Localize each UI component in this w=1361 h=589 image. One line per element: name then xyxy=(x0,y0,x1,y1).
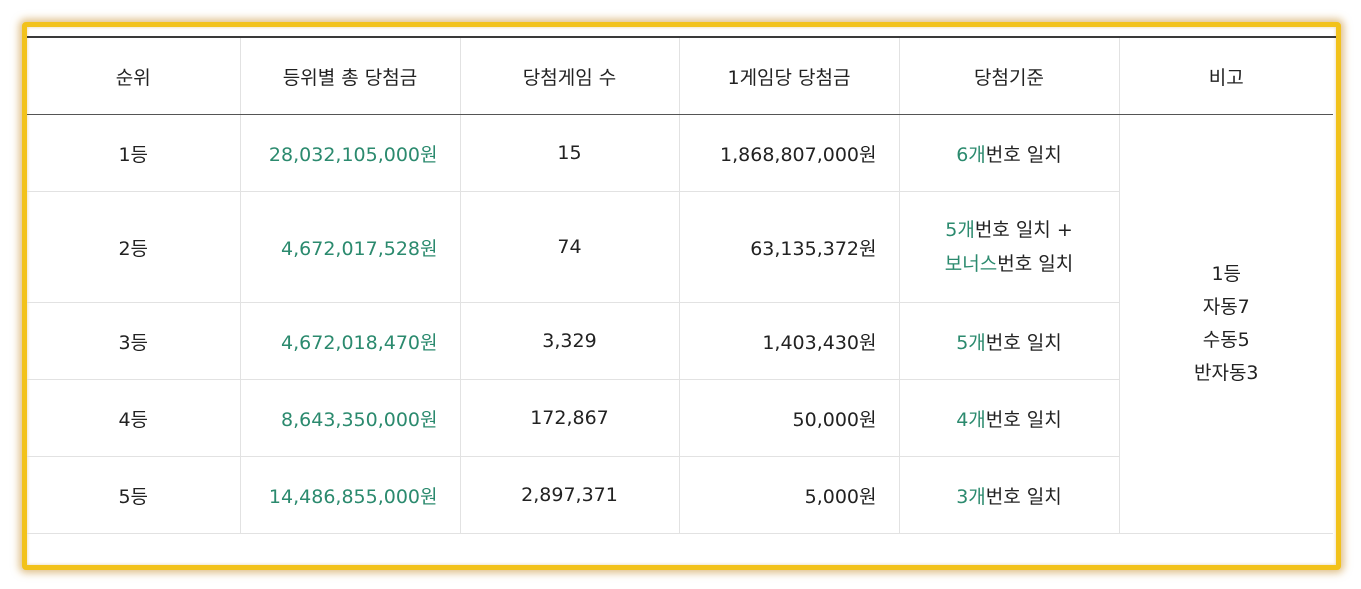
header-winning-games: 당첨게임 수 xyxy=(459,38,680,115)
winning-games-cell: 15 xyxy=(459,114,680,192)
header-total-prize: 등위별 총 당첨금 xyxy=(239,38,461,115)
remark-line: 1등 xyxy=(1211,263,1242,285)
table-row: 1등 28,032,105,000원 15 1,868,807,000원 6개번… xyxy=(27,114,1333,534)
criteria-cell: 3개번호 일치 xyxy=(898,456,1119,534)
table-header-row: 순위 등위별 총 당첨금 당첨게임 수 1게임당 당첨금 당첨기준 비고 xyxy=(27,38,1333,115)
winning-games-cell: 74 xyxy=(459,191,680,303)
header-rank: 순위 xyxy=(27,38,241,115)
header-prize-per-game: 1게임당 당첨금 xyxy=(678,38,900,115)
criteria-count: 5개 xyxy=(945,219,975,241)
winning-games-cell: 172,867 xyxy=(459,379,680,457)
rank-cell: 4등 xyxy=(27,379,241,457)
prize-per-game-cell: 63,135,372원 xyxy=(678,191,900,303)
header-criteria: 당첨기준 xyxy=(898,38,1120,115)
criteria-text: 번호 일치 + xyxy=(974,219,1073,241)
criteria-count: 보너스 xyxy=(944,253,998,275)
criteria-text: 번호 일치 xyxy=(985,143,1062,166)
prize-per-game-cell: 5,000원 xyxy=(678,456,900,534)
criteria-cell: 4개번호 일치 xyxy=(898,379,1119,457)
criteria-cell: 6개번호 일치 xyxy=(898,114,1120,192)
remark-line: 수동5 xyxy=(1202,329,1250,351)
rank-cell: 3등 xyxy=(27,302,241,380)
criteria-cell: 5개번호 일치 + 보너스번호 일치 xyxy=(898,191,1119,303)
criteria-line: 보너스번호 일치 xyxy=(922,247,1097,281)
prize-per-game-cell: 1,403,430원 xyxy=(678,302,900,380)
total-prize-cell: 4,672,017,528원 xyxy=(239,191,461,303)
prize-per-game-cell: 50,000원 xyxy=(678,379,900,457)
criteria-count: 4개 xyxy=(956,408,986,431)
criteria-text: 번호 일치 xyxy=(985,485,1062,508)
remark-line: 반자동3 xyxy=(1193,362,1259,384)
criteria-count: 5개 xyxy=(956,331,986,354)
criteria-count: 3개 xyxy=(956,485,986,508)
criteria-cell: 5개번호 일치 xyxy=(898,302,1119,380)
rank-cell: 1등 xyxy=(27,114,241,192)
criteria-count: 6개 xyxy=(956,143,986,166)
table-frame: 순위 등위별 총 당첨금 당첨게임 수 1게임당 당첨금 당첨기준 비고 1등 … xyxy=(22,22,1341,570)
criteria-text: 번호 일치 xyxy=(997,253,1074,275)
criteria-text: 번호 일치 xyxy=(985,408,1062,431)
total-prize-cell: 4,672,018,470원 xyxy=(239,302,461,380)
total-prize-cell: 14,486,855,000원 xyxy=(239,456,461,534)
rank-cell: 5등 xyxy=(27,456,241,534)
winning-games-cell: 3,329 xyxy=(459,302,680,380)
remark-line: 자동7 xyxy=(1202,296,1250,318)
criteria-line: 5개번호 일치 + xyxy=(922,213,1097,247)
prize-per-game-cell: 1,868,807,000원 xyxy=(678,114,900,192)
header-remarks: 비고 xyxy=(1118,38,1333,115)
total-prize-cell: 28,032,105,000원 xyxy=(239,114,461,192)
total-prize-cell: 8,643,350,000원 xyxy=(239,379,461,457)
prize-table: 순위 등위별 총 당첨금 당첨게임 수 1게임당 당첨금 당첨기준 비고 1등 … xyxy=(27,38,1333,534)
rank-cell: 2등 xyxy=(27,191,241,303)
winning-games-cell: 2,897,371 xyxy=(459,456,680,534)
remarks-cell: 1등 자동7 수동5 반자동3 xyxy=(1118,114,1333,534)
criteria-text: 번호 일치 xyxy=(985,331,1062,354)
